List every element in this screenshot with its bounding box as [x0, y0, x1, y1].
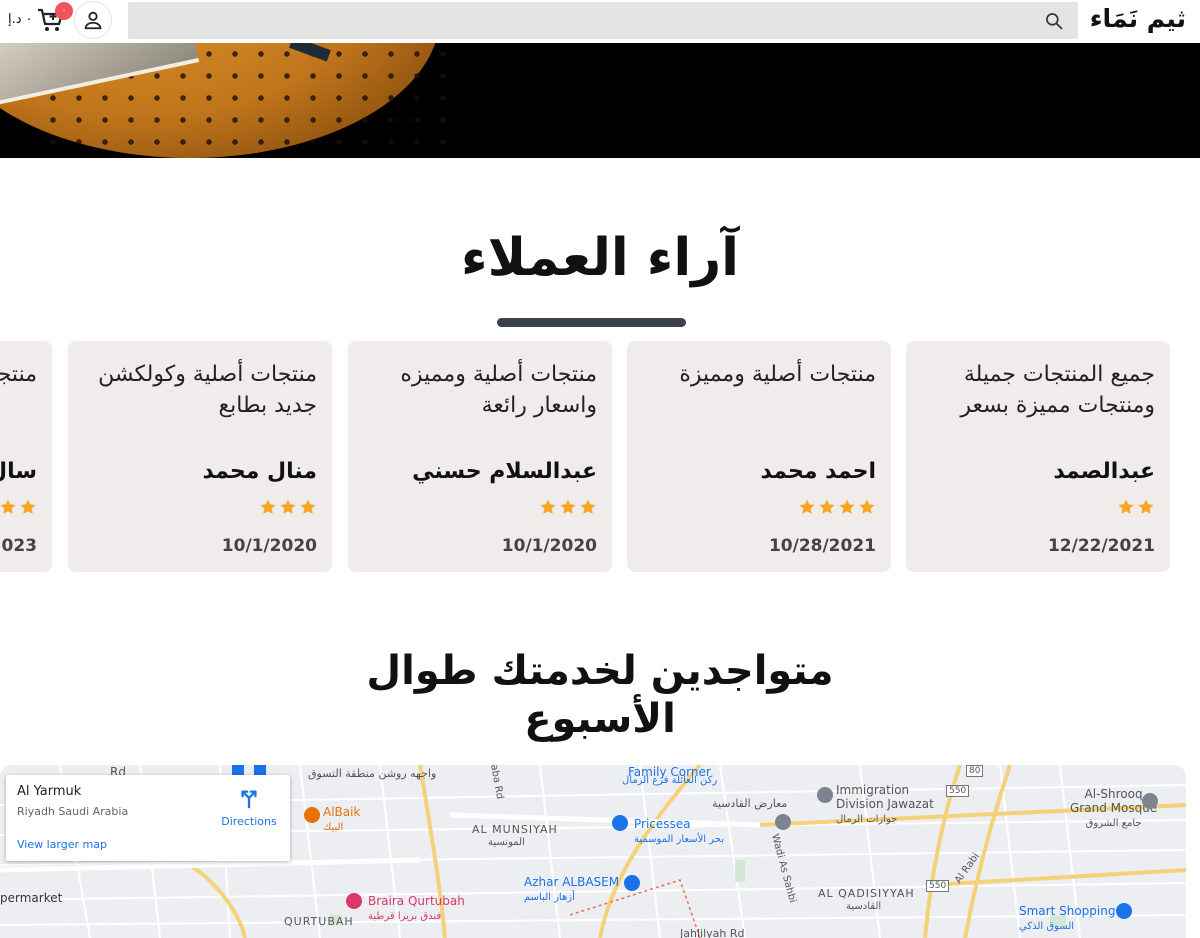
embedded-map[interactable]: Rd Sahaba Rd AL MUNSIYAH المونسية AL QAD… [0, 765, 1186, 938]
review-date: 2023 [0, 536, 37, 556]
review-date: 10/1/2020 [221, 536, 317, 556]
review-date: 12/22/2021 [1047, 536, 1155, 556]
review-card: منتجات أصلية وكولكشن جديد بطابع منال محم… [68, 341, 332, 572]
directions-icon [241, 790, 257, 809]
search-input[interactable] [138, 8, 1033, 33]
star-icon [280, 499, 296, 514]
title-underline [497, 318, 686, 327]
map-address: Riyadh Saudi Arabia [17, 805, 129, 818]
shopping-pin-icon [624, 875, 640, 891]
star-icon [839, 499, 855, 514]
review-card: منتجات أصلية ومميزه واسعار رائعة عبدالسل… [348, 341, 612, 572]
reviewer-name: احمد محمد [760, 459, 876, 484]
review-card: منتجات أصلية ومميزة احمد محمد 10/28/2021 [627, 341, 891, 572]
star-icon [819, 499, 835, 514]
star-rating [0, 498, 37, 518]
reviewer-name: عبدالسلام حسني [412, 459, 597, 484]
star-icon [799, 499, 815, 514]
review-card-partial: منتجات سال 2023 [0, 341, 52, 572]
cart-total[interactable]: ٠ د.إ [8, 12, 33, 27]
map-place-name: Al Yarmuk [17, 784, 82, 799]
reviewer-name: سال [0, 459, 37, 484]
star-icon [1138, 499, 1154, 514]
site-header: ثيم نَمَاء ٠ ٠ د.إ [0, 0, 1200, 43]
search-bar[interactable] [128, 2, 1078, 39]
review-text: جميع المنتجات جميلة ومنتجات مميزة بسعر [960, 362, 1155, 418]
user-icon [84, 11, 102, 30]
directions-button[interactable]: Directions [218, 787, 280, 828]
reviewer-name: منال محمد [202, 459, 317, 484]
search-icon[interactable] [1044, 11, 1064, 31]
review-text: منتجات أصلية وكولكشن جديد بطابع [98, 362, 317, 418]
location-title: متواجدين لخدمتك طوال الأسبوع [366, 648, 834, 742]
review-text: منتجات [0, 362, 37, 387]
review-text: منتجات أصلية ومميزه واسعار رائعة [400, 362, 597, 418]
account-button[interactable] [74, 1, 112, 39]
reviewer-name: عبدالصمد [1053, 459, 1155, 484]
star-icon [20, 499, 36, 514]
review-card: جميع المنتجات جميلة ومنتجات مميزة بسعر ع… [906, 341, 1170, 572]
star-icon [300, 499, 316, 514]
review-text: منتجات أصلية ومميزة [679, 362, 876, 387]
star-icon [1118, 499, 1134, 514]
star-icon [540, 499, 556, 514]
site-logo[interactable]: ثيم نَمَاء [1090, 4, 1186, 33]
star-icon [0, 499, 16, 514]
cart-count-badge: ٠ [55, 2, 73, 20]
shopping-pin-icon [612, 815, 628, 831]
store-pin-icon [775, 814, 791, 830]
star-icon [580, 499, 596, 514]
mosque-pin-icon [1142, 793, 1158, 809]
reviews-title: آراء العملاء [461, 228, 739, 288]
review-date: 10/28/2021 [768, 536, 876, 556]
view-larger-map-link[interactable]: View larger map [17, 838, 107, 851]
star-icon [260, 499, 276, 514]
hotel-pin-icon [346, 893, 362, 909]
map-info-card: Al Yarmuk Riyadh Saudi Arabia View large… [6, 775, 290, 861]
star-rating [363, 498, 597, 518]
metro-icon [254, 765, 266, 775]
landmark-pin-icon [817, 787, 833, 803]
review-date: 10/1/2020 [501, 536, 597, 556]
directions-label: Directions [221, 815, 277, 828]
restaurant-pin-icon [304, 807, 320, 823]
star-rating [642, 498, 876, 518]
star-icon [859, 499, 875, 514]
reviews-carousel[interactable]: جميع المنتجات جميلة ومنتجات مميزة بسعر ع… [0, 341, 1200, 573]
hero-image [0, 43, 1200, 158]
shopping-pin-icon [1116, 903, 1132, 919]
star-rating [921, 498, 1155, 518]
metro-icon [232, 765, 244, 775]
star-rating [83, 498, 317, 518]
star-icon [560, 499, 576, 514]
